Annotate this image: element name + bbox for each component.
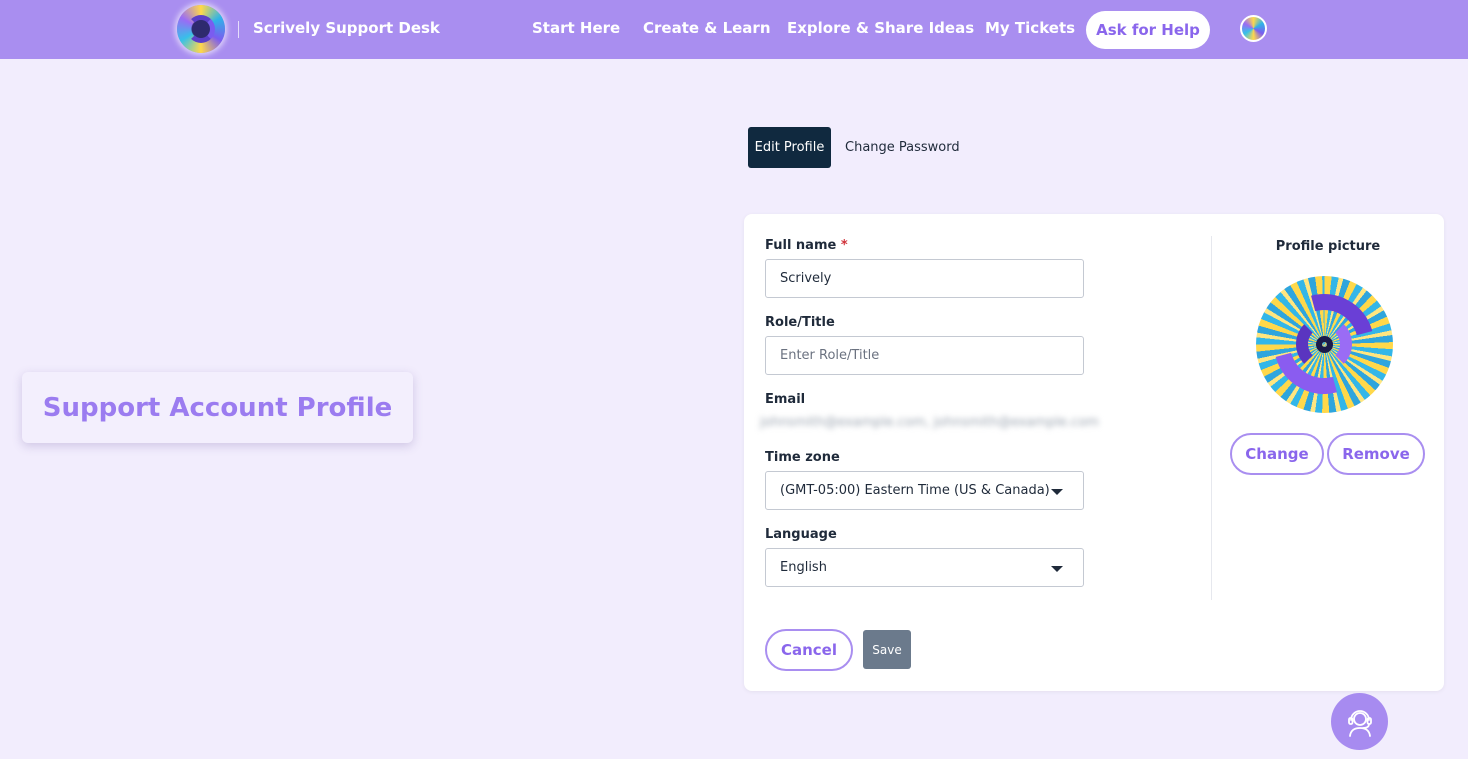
- chevron-down-icon: [1051, 566, 1063, 572]
- top-navigation: Scrively Support Desk Start Here Create …: [0, 0, 1468, 59]
- role-title-label: Role/Title: [765, 315, 835, 330]
- nav-start-here[interactable]: Start Here: [532, 19, 620, 37]
- scrively-logo-icon[interactable]: [177, 5, 225, 53]
- ask-for-help-button[interactable]: Ask for Help: [1086, 11, 1210, 49]
- page-title-card: Support Account Profile: [22, 372, 413, 443]
- language-label: Language: [765, 527, 837, 542]
- full-name-label: Full name *: [765, 238, 848, 253]
- timezone-value: (GMT-05:00) Eastern Time (US & Canada): [780, 483, 1050, 498]
- nav-create-learn[interactable]: Create & Learn: [643, 19, 771, 37]
- email-label: Email: [765, 392, 806, 407]
- tab-edit-profile[interactable]: Edit Profile: [748, 127, 831, 168]
- email-value: johnsmith@example.com, johnsmith@example…: [760, 415, 1099, 430]
- language-select[interactable]: English: [765, 548, 1084, 587]
- required-asterisk: *: [840, 238, 848, 253]
- full-name-label-text: Full name: [765, 238, 837, 253]
- page-title: Support Account Profile: [42, 392, 393, 423]
- change-picture-button[interactable]: Change: [1230, 433, 1324, 475]
- profile-form-card: Full name * Scrively Role/Title Email jo…: [744, 214, 1444, 691]
- timezone-label: Time zone: [765, 450, 840, 465]
- save-button[interactable]: Save: [863, 630, 911, 669]
- tab-change-password[interactable]: Change Password: [845, 127, 960, 168]
- full-name-input[interactable]: Scrively: [765, 259, 1084, 298]
- timezone-select[interactable]: (GMT-05:00) Eastern Time (US & Canada): [765, 471, 1084, 510]
- cancel-button[interactable]: Cancel: [765, 629, 853, 671]
- remove-picture-button[interactable]: Remove: [1327, 433, 1425, 475]
- language-value: English: [780, 560, 827, 575]
- brand-name[interactable]: Scrively Support Desk: [253, 19, 440, 37]
- profile-picture-label: Profile picture: [1275, 239, 1381, 254]
- nav-explore-share-ideas[interactable]: Explore & Share Ideas: [787, 19, 974, 37]
- profile-picture-image: [1256, 276, 1393, 413]
- role-title-input[interactable]: [765, 336, 1084, 375]
- user-avatar-icon[interactable]: [1240, 15, 1267, 42]
- nav-my-tickets[interactable]: My Tickets: [985, 19, 1075, 37]
- chevron-down-icon: [1051, 489, 1063, 495]
- brand-divider: [238, 21, 239, 38]
- support-agent-icon[interactable]: [1331, 693, 1388, 750]
- column-divider: [1211, 236, 1212, 600]
